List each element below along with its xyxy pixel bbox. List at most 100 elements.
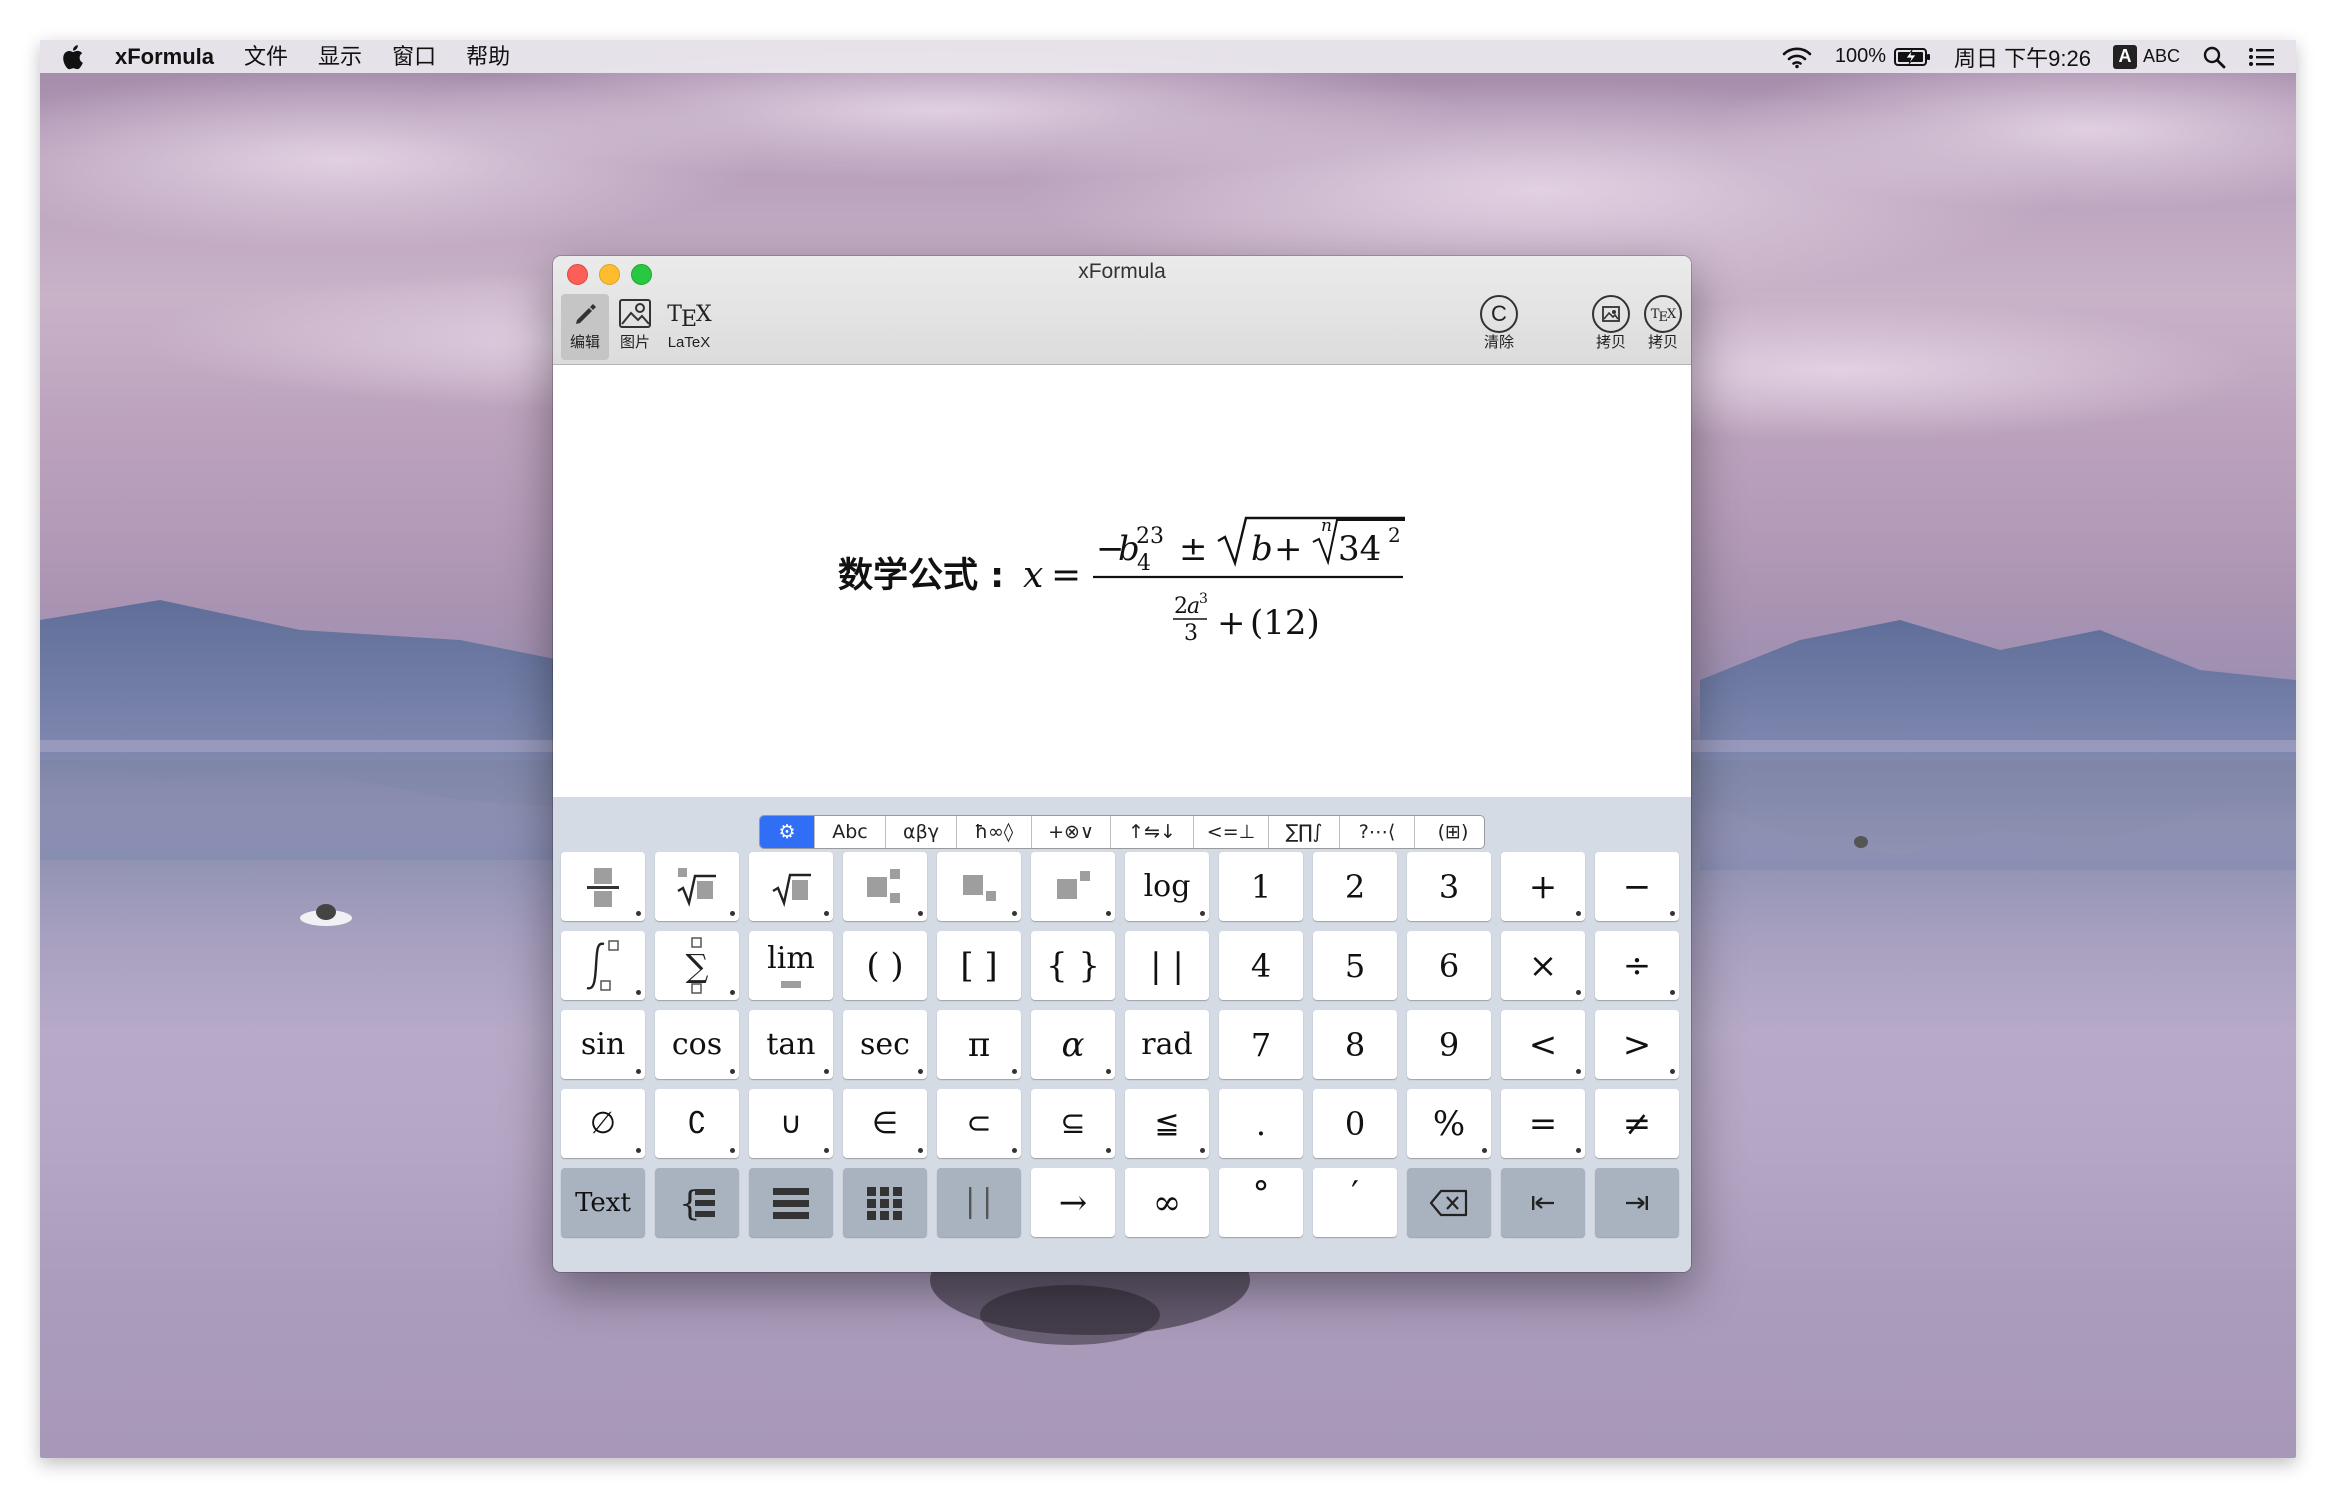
brackets-key[interactable]: [ ]	[937, 931, 1021, 1000]
wifi-icon[interactable]	[1781, 45, 1813, 69]
notification-center-icon[interactable]	[2248, 46, 2274, 68]
digit-9-key[interactable]: 9	[1407, 1010, 1491, 1079]
apple-menu-icon[interactable]	[40, 44, 100, 70]
prime-key[interactable]: ′	[1313, 1168, 1397, 1237]
union-key[interactable]: ∪	[749, 1089, 833, 1158]
subset-equal-key[interactable]: ⊆	[1031, 1089, 1115, 1158]
sec-key[interactable]: sec	[843, 1010, 927, 1079]
menu-app-name[interactable]: xFormula	[100, 40, 229, 73]
right-arrow-key[interactable]: →	[1031, 1168, 1115, 1237]
tab-relations[interactable]: <=⊥	[1194, 816, 1269, 848]
alpha-key[interactable]: α	[1031, 1010, 1115, 1079]
integral-icon	[586, 939, 619, 991]
equals-key[interactable]: =	[1501, 1089, 1585, 1158]
cases-key[interactable]: {	[655, 1168, 739, 1237]
tab-common[interactable]: ⚙	[760, 816, 815, 848]
matrix-key[interactable]	[843, 1168, 927, 1237]
decimal-point-key[interactable]: .	[1219, 1089, 1303, 1158]
toolbar-latex-button[interactable]: TEX LaTeX	[661, 294, 717, 360]
digit-6-key[interactable]: 6	[1407, 931, 1491, 1000]
divide-key[interactable]: ÷	[1595, 931, 1679, 1000]
svg-text:3: 3	[1184, 621, 1198, 646]
superscript-key[interactable]	[1031, 852, 1115, 921]
absolute-value-key[interactable]: | |	[1125, 931, 1209, 1000]
braces-key[interactable]: { }	[1031, 931, 1115, 1000]
clear-icon: C	[1480, 295, 1518, 333]
tab-symbols[interactable]: ħ∞◊	[957, 816, 1032, 848]
infinity-key[interactable]: ∞	[1125, 1168, 1209, 1237]
sin-key[interactable]: sin	[561, 1010, 645, 1079]
menu-view[interactable]: 显示	[303, 40, 377, 73]
plus-key[interactable]: +	[1501, 852, 1585, 921]
toolbar-clear-button[interactable]: C 清除	[1471, 294, 1527, 360]
text-mode-key[interactable]: Text	[561, 1168, 645, 1237]
move-right-key[interactable]	[1595, 1168, 1679, 1237]
tex-icon: TEX	[667, 301, 711, 332]
backspace-key[interactable]	[1407, 1168, 1491, 1237]
svg-text:±: ±	[1179, 529, 1208, 569]
spotlight-search-icon[interactable]	[2202, 45, 2226, 69]
less-equal-key[interactable]: ≦	[1125, 1089, 1209, 1158]
tab-matrices[interactable]: (⊞)	[1415, 816, 1484, 848]
log-key[interactable]: log	[1125, 852, 1209, 921]
sup-sub-key[interactable]	[843, 852, 927, 921]
tab-large-operators[interactable]: ∑∏∫	[1269, 816, 1340, 848]
menu-window[interactable]: 窗口	[377, 40, 451, 73]
digit-8-key[interactable]: 8	[1313, 1010, 1397, 1079]
digit-1-key[interactable]: 1	[1219, 852, 1303, 921]
menu-clock[interactable]: 周日 下午9:26	[1954, 41, 2091, 73]
complement-key[interactable]: ∁	[655, 1089, 739, 1158]
tab-letters[interactable]: Abc	[815, 816, 886, 848]
tan-key[interactable]: tan	[749, 1010, 833, 1079]
sum-key[interactable]: ∑	[655, 931, 739, 1000]
menu-file[interactable]: 文件	[229, 40, 303, 73]
not-equal-key[interactable]: ≠	[1595, 1089, 1679, 1158]
toolbar-clear-label: 清除	[1483, 334, 1514, 351]
move-left-key[interactable]	[1501, 1168, 1585, 1237]
empty-set-key[interactable]: ∅	[561, 1089, 645, 1158]
input-source-menu[interactable]: A ABC	[2112, 44, 2180, 69]
element-of-key-label: ∈	[871, 1106, 899, 1141]
lim-key[interactable]: lim	[749, 931, 833, 1000]
menu-help[interactable]: 帮助	[451, 40, 525, 73]
toolbar-image-button[interactable]: 图片	[611, 294, 659, 360]
minus-key[interactable]: −	[1595, 852, 1679, 921]
formula-canvas[interactable]: 数学公式 : x = − b 23 4 ± b + n 34 2 2 a 3 3…	[553, 365, 1691, 797]
toolbar-copy-latex-button[interactable]: TEX 拷贝	[1637, 294, 1689, 360]
pi-key[interactable]: π	[937, 1010, 1021, 1079]
digit-5-key[interactable]: 5	[1313, 931, 1397, 1000]
digit-3-key[interactable]: 3	[1407, 852, 1491, 921]
rows-key[interactable]	[749, 1168, 833, 1237]
parentheses-key[interactable]: ( )	[843, 931, 927, 1000]
fraction-key[interactable]	[561, 852, 645, 921]
tab-operators[interactable]: +⊗∨	[1032, 816, 1111, 848]
rad-key[interactable]: rad	[1125, 1010, 1209, 1079]
nth-root-key[interactable]	[655, 852, 739, 921]
battery-charging-icon[interactable]	[1894, 47, 1932, 67]
toolbar-edit-button[interactable]: 编辑	[561, 294, 609, 360]
tab-misc[interactable]: ?⋯⟨	[1340, 816, 1415, 848]
percent-key[interactable]: %	[1407, 1089, 1491, 1158]
svg-text:(12): (12)	[1250, 603, 1320, 643]
digit-2-key[interactable]: 2	[1313, 852, 1397, 921]
integral-key[interactable]	[561, 931, 645, 1000]
tab-greek[interactable]: αβγ	[886, 816, 957, 848]
tab-arrows[interactable]: ↑⇋↓	[1111, 816, 1194, 848]
svg-text:∑: ∑	[686, 947, 709, 985]
sqrt-key[interactable]	[749, 852, 833, 921]
subscript-key[interactable]	[937, 852, 1021, 921]
multiply-key[interactable]: ×	[1501, 931, 1585, 1000]
degree-key[interactable]: °	[1219, 1168, 1303, 1237]
svg-text:2: 2	[1388, 523, 1401, 547]
digit-0-key[interactable]: 0	[1313, 1089, 1397, 1158]
digit-4-key[interactable]: 4	[1219, 931, 1303, 1000]
battery-percentage: 100%	[1834, 45, 1887, 67]
less-than-key[interactable]: <	[1501, 1010, 1585, 1079]
greater-than-key[interactable]: >	[1595, 1010, 1679, 1079]
cos-key[interactable]: cos	[655, 1010, 739, 1079]
subset-key[interactable]: ⊂	[937, 1089, 1021, 1158]
element-of-key[interactable]: ∈	[843, 1089, 927, 1158]
toolbar-copy-image-button[interactable]: 拷贝	[1585, 294, 1637, 360]
separator-key[interactable]	[937, 1168, 1021, 1237]
digit-7-key[interactable]: 7	[1219, 1010, 1303, 1079]
